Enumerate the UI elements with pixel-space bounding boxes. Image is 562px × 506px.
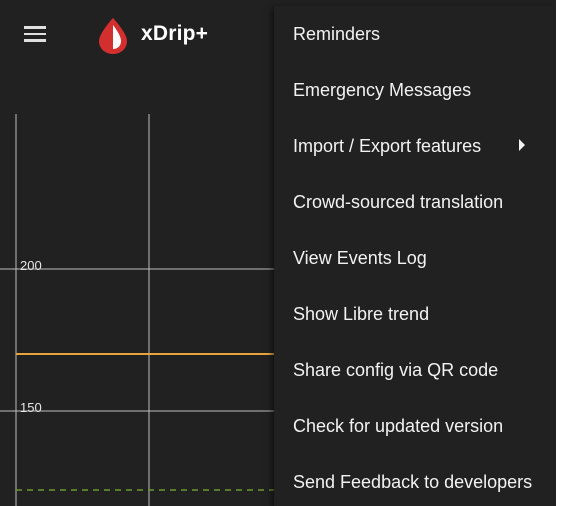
app-window: xDrip+ 200 150 Reminders Emergency Messa… (0, 0, 556, 506)
menu-item-emergency-messages[interactable]: Emergency Messages (274, 62, 556, 118)
menu-item-label: Emergency Messages (293, 80, 472, 100)
menu-item-label: Check for updated version (293, 416, 504, 436)
menu-item-import-export[interactable]: Import / Export features (274, 118, 556, 174)
menu-item-crowd-translation[interactable]: Crowd-sourced translation (274, 174, 556, 230)
screen-edge (556, 0, 562, 506)
menu-item-show-libre-trend[interactable]: Show Libre trend (274, 286, 556, 342)
menu-item-label: Reminders (293, 24, 381, 44)
menu-item-check-updates[interactable]: Check for updated version (274, 398, 556, 454)
y-tick-label-200: 200 (20, 258, 42, 273)
menu-item-send-feedback[interactable]: Send Feedback to developers (274, 454, 556, 506)
y-tick-label-150: 150 (20, 400, 42, 415)
menu-item-label: Show Libre trend (293, 304, 430, 324)
menu-item-reminders[interactable]: Reminders (274, 6, 556, 62)
hamburger-menu-icon[interactable] (24, 26, 46, 42)
blood-drop-icon (99, 18, 127, 54)
arrow-right-icon (519, 139, 525, 151)
menu-item-label: View Events Log (293, 248, 427, 268)
menu-item-label: Crowd-sourced translation (293, 192, 504, 212)
app-title: xDrip+ (141, 22, 209, 45)
menu-item-share-config-qr[interactable]: Share config via QR code (274, 342, 556, 398)
menu-item-view-events-log[interactable]: View Events Log (274, 230, 556, 286)
overflow-menu: Reminders Emergency Messages Import / Ex… (274, 6, 556, 506)
menu-item-label: Share config via QR code (293, 360, 499, 380)
menu-item-label: Send Feedback to developers (293, 472, 533, 492)
menu-item-label: Import / Export features (293, 136, 482, 156)
